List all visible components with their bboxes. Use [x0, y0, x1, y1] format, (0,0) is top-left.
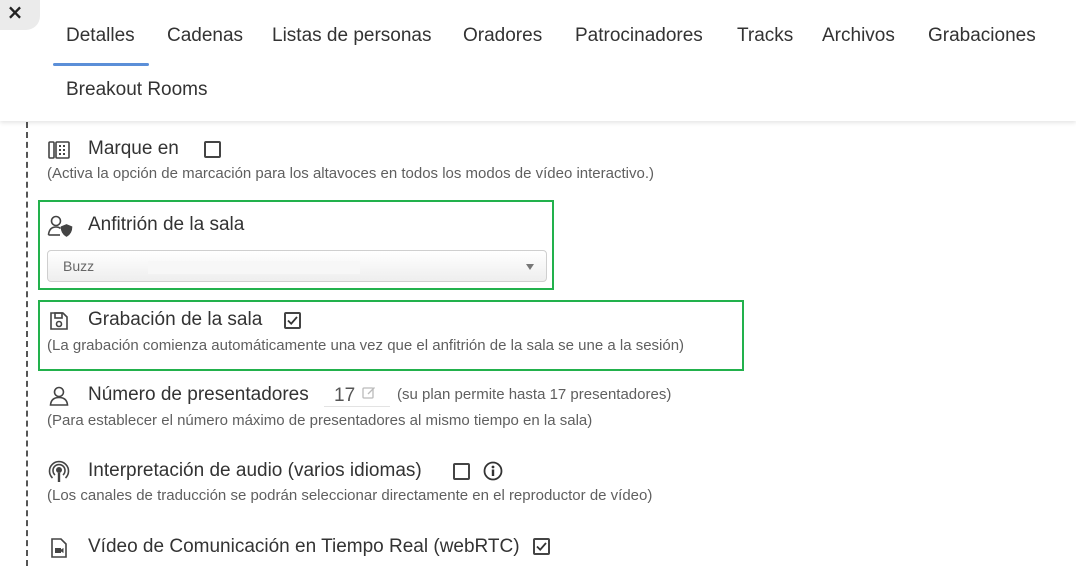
- phone-keypad-icon: [47, 138, 71, 162]
- save-icon: [47, 309, 71, 333]
- redacted-name: [148, 261, 360, 274]
- podcast-icon: [47, 460, 71, 484]
- presenters-value: 17: [334, 385, 356, 406]
- tab-grabaciones[interactable]: Grabaciones: [928, 25, 1036, 47]
- tab-patrocinadores[interactable]: Patrocinadores: [575, 25, 703, 47]
- tab-detalles[interactable]: Detalles: [66, 25, 135, 47]
- tab-oradores[interactable]: Oradores: [463, 25, 542, 47]
- dial-in-checkbox[interactable]: [204, 141, 221, 158]
- tab-breakout-rooms[interactable]: Breakout Rooms: [66, 79, 208, 101]
- close-button[interactable]: ×: [0, 0, 40, 30]
- room-host-selected-value: Buzz: [63, 258, 95, 274]
- info-icon[interactable]: [483, 461, 503, 481]
- active-tab-indicator: [53, 63, 149, 66]
- room-recording-description: (La grabación comienza automáticamente u…: [47, 337, 685, 354]
- room-host-label: Anfitrión de la sala: [88, 214, 245, 235]
- dropdown-arrow-icon: [526, 264, 534, 270]
- tab-listas-de-personas[interactable]: Listas de personas: [272, 25, 432, 47]
- room-host-select[interactable]: Buzz: [47, 250, 547, 282]
- webrtc-label: Vídeo de Comunicación en Tiempo Real (we…: [88, 536, 520, 557]
- presenters-plan-note: (su plan permite hasta 17 presentadores): [397, 386, 672, 403]
- room-recording-checkbox[interactable]: [284, 312, 301, 329]
- edit-icon[interactable]: [362, 386, 376, 405]
- dial-in-description: (Activa la opción de marcación para los …: [47, 165, 654, 182]
- tab-cadenas[interactable]: Cadenas: [167, 25, 243, 47]
- video-file-icon: [47, 536, 71, 560]
- tab-tracks[interactable]: Tracks: [737, 25, 793, 47]
- room-recording-label: Grabación de la sala: [88, 309, 263, 330]
- dial-in-label: Marque en: [88, 138, 179, 159]
- tab-header: Detalles Cadenas Listas de personas Orad…: [0, 0, 1076, 121]
- audio-interpretation-label: Interpretación de audio (varios idiomas): [88, 460, 422, 481]
- tab-archivos[interactable]: Archivos: [822, 25, 895, 47]
- webrtc-checkbox[interactable]: [533, 538, 550, 555]
- timeline-divider: [26, 122, 28, 566]
- presenters-input[interactable]: 17: [324, 383, 390, 407]
- presenters-description: (Para establecer el número máximo de pre…: [47, 412, 593, 429]
- user-icon: [47, 384, 71, 408]
- audio-interpretation-description: (Los canales de traducción se podrán sel…: [47, 487, 653, 504]
- close-icon: ×: [6, 0, 24, 24]
- user-shield-icon: [47, 214, 73, 238]
- presenters-label: Número de presentadores: [88, 384, 309, 405]
- audio-interpretation-checkbox[interactable]: [453, 463, 470, 480]
